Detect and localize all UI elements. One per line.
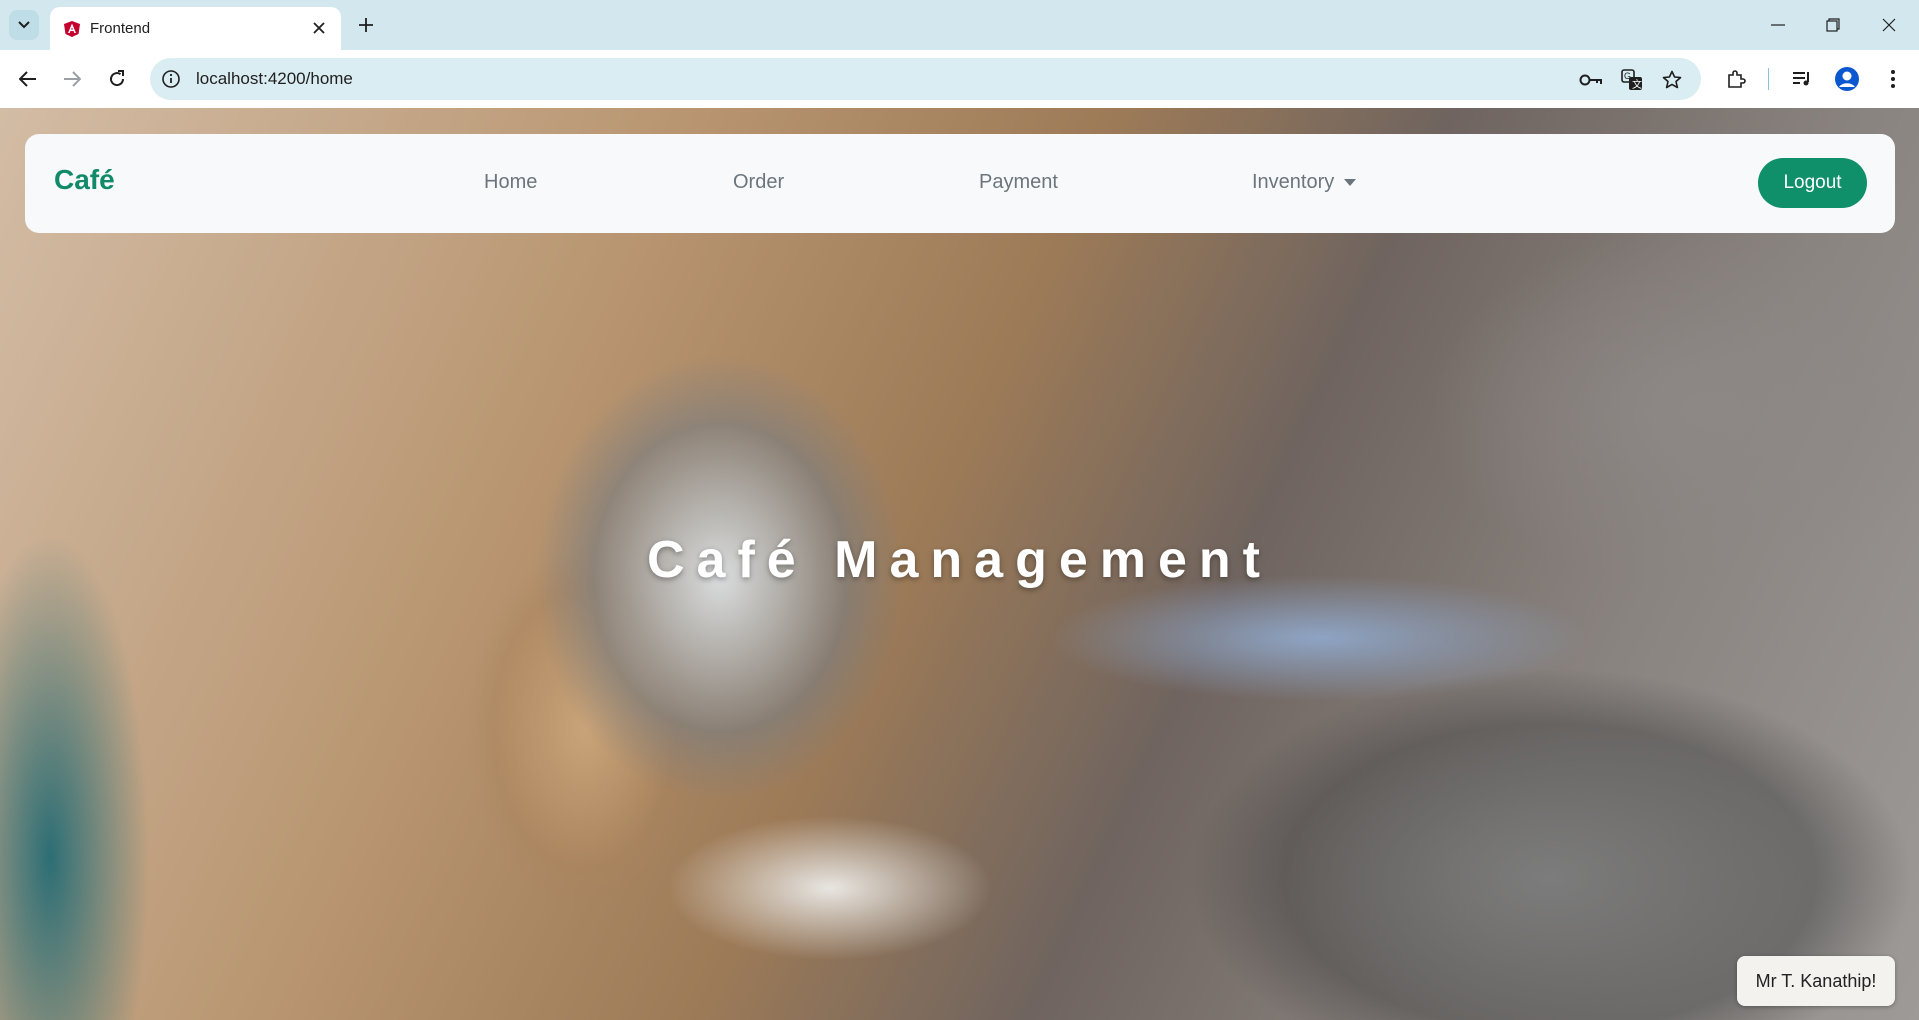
profile-icon[interactable]: [1833, 65, 1861, 93]
browser-tab[interactable]: Frontend: [50, 7, 341, 50]
nav-link-order[interactable]: Order: [733, 171, 784, 194]
svg-text:G: G: [1624, 71, 1631, 81]
address-bar[interactable]: localhost:4200/home 文G: [150, 58, 1701, 100]
extensions-icon[interactable]: [1722, 65, 1750, 93]
logout-button[interactable]: Logout: [1758, 158, 1867, 208]
user-greeting-badge: Mr T. Kanathip!: [1737, 956, 1895, 1006]
back-arrow-icon[interactable]: [13, 64, 43, 94]
app-navbar: Café Home Order Payment Inventory Logout: [25, 134, 1895, 233]
translate-icon[interactable]: 文G: [1620, 68, 1644, 92]
plus-icon[interactable]: [352, 11, 380, 39]
brand-logo[interactable]: Café: [54, 164, 115, 196]
forward-arrow-icon[interactable]: [57, 64, 87, 94]
nav-link-home[interactable]: Home: [484, 171, 537, 194]
toolbar-divider: [1768, 68, 1769, 90]
hero-background-image: Café Management: [0, 108, 1919, 1020]
browser-toolbar: localhost:4200/home 文G: [0, 50, 1919, 108]
media-icon[interactable]: [1788, 65, 1816, 93]
star-icon[interactable]: [1660, 68, 1684, 92]
nav-dropdown-inventory[interactable]: Inventory: [1252, 171, 1357, 194]
menu-dots-icon[interactable]: [1879, 65, 1907, 93]
nav-link-inventory-label: Inventory: [1252, 171, 1335, 193]
caret-down-icon: [1344, 179, 1357, 187]
site-info-icon[interactable]: [161, 69, 181, 89]
browser-tab-strip: Frontend: [0, 0, 1919, 50]
angular-favicon-icon: [64, 21, 80, 37]
url-text[interactable]: localhost:4200/home: [196, 69, 353, 89]
reload-icon[interactable]: [102, 64, 132, 94]
hero-title: Café Management: [647, 531, 1272, 589]
tab-search-icon[interactable]: [9, 10, 39, 40]
close-icon[interactable]: [309, 18, 329, 38]
window-close-icon[interactable]: [1875, 12, 1903, 38]
password-key-icon[interactable]: [1579, 68, 1603, 92]
tab-title: Frontend: [90, 20, 151, 37]
restore-icon[interactable]: [1819, 12, 1847, 38]
svg-text:文: 文: [1632, 78, 1642, 91]
minimize-icon[interactable]: [1764, 12, 1792, 38]
nav-link-payment[interactable]: Payment: [979, 171, 1058, 194]
